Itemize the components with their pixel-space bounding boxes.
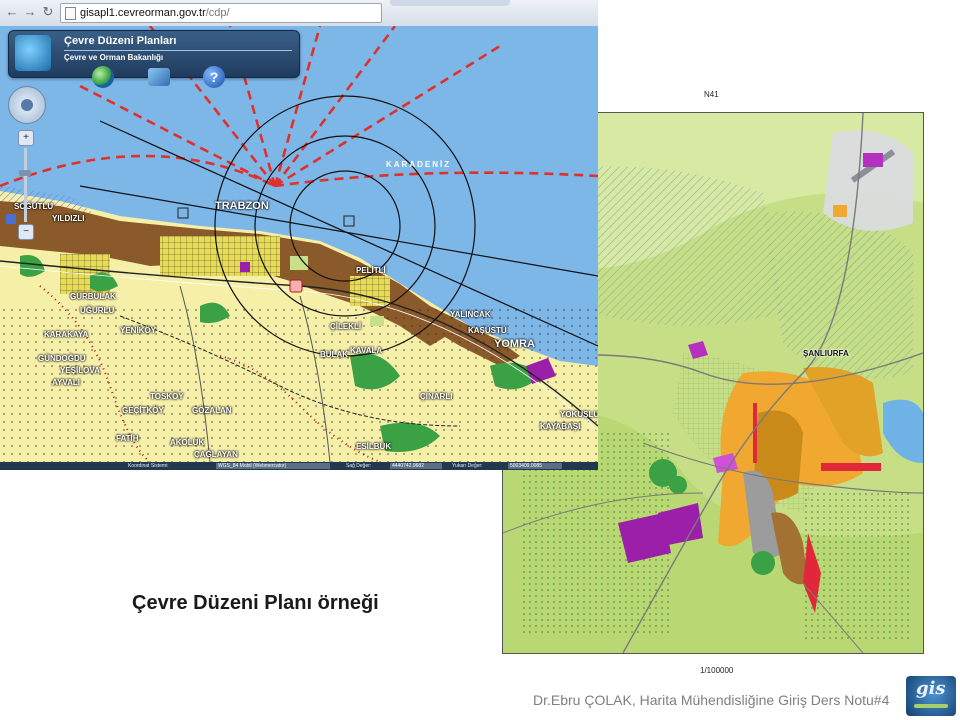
- gis-logo-swoosh: [914, 704, 948, 708]
- place-label: YEŞİLOVA: [60, 366, 100, 375]
- place-label: YOKUŞLU: [560, 410, 598, 419]
- url-host: gisapl1.cevreorman.gov.tr: [80, 7, 206, 19]
- map-viewer[interactable]: KARADENİZ TRABZON SOĞUTLU YILDIZLI GÜRBU…: [0, 26, 598, 462]
- place-label: BULAK: [320, 350, 348, 359]
- slide-caption: Çevre Düzeni Planı örneği: [132, 592, 379, 614]
- browser-window: ← → ↻ gisapl1.cevreorman.gov.tr/cdp/ KAR…: [0, 0, 598, 470]
- url-path: /cdp/: [205, 7, 230, 19]
- app-title: Çevre Düzeni Planları: [64, 35, 177, 47]
- ministry-logo-icon: [15, 35, 51, 71]
- reload-icon[interactable]: ↻: [40, 4, 56, 20]
- place-label: ÇİLEKLİ: [330, 322, 362, 331]
- zoom-out-button[interactable]: −: [18, 224, 34, 240]
- place-label: ESİLBÜK: [356, 442, 392, 451]
- back-icon[interactable]: ←: [4, 4, 20, 20]
- coordinate-system-select[interactable]: WGS_84 Mobil (Webmercator): [216, 463, 330, 469]
- page-icon: [65, 7, 76, 20]
- pan-control[interactable]: [8, 86, 46, 124]
- city-label: TRABZON: [215, 200, 269, 212]
- help-icon[interactable]: ?: [203, 66, 225, 88]
- app-subtitle: Çevre ve Orman Bakanlığı: [64, 53, 164, 62]
- place-label: AKOLUK: [170, 438, 205, 447]
- place-label: YENİKÖY: [120, 326, 157, 335]
- place-label: ÇINARLI: [420, 392, 453, 401]
- browser-toolbar: ← → ↻ gisapl1.cevreorman.gov.tr/cdp/: [0, 0, 598, 27]
- place-label: KAYABAŞI: [540, 422, 581, 431]
- gis-logo: gis: [906, 676, 956, 716]
- map-scale-label: 1/100000: [700, 666, 734, 675]
- forward-icon[interactable]: →: [22, 4, 38, 20]
- place-label: TOSKÖY: [150, 392, 184, 401]
- pan-center-icon[interactable]: [21, 99, 33, 111]
- layers-icon[interactable]: [148, 68, 170, 86]
- place-label: YILDIZLI: [52, 214, 85, 223]
- zoom-handle[interactable]: [19, 170, 31, 176]
- top-value-label: Yukarı Değer:: [452, 463, 483, 469]
- zoom-in-button[interactable]: +: [18, 130, 34, 146]
- place-label: GÖZALAN: [192, 406, 232, 415]
- place-label: AYVALI: [52, 378, 81, 387]
- place-label: KARAKAYA: [44, 330, 89, 339]
- place-label: KAŞÜSTÜ: [468, 326, 507, 335]
- coordinate-status-bar: Koordinat Sistemi: WGS_84 Mobil (Webmerc…: [0, 462, 598, 470]
- right-value-label: Sağ Değer:: [346, 463, 372, 469]
- place-label: GÜRBULAK: [70, 292, 116, 301]
- zoom-track[interactable]: [24, 148, 27, 222]
- map-sheet-number: N41: [704, 90, 719, 99]
- address-bar[interactable]: gisapl1.cevreorman.gov.tr/cdp/: [60, 3, 382, 23]
- place-label: GEÇİTKÖY: [122, 406, 164, 415]
- map2-city-label: ŞANLIURFA: [803, 349, 849, 358]
- top-value-field: 5003409.0085: [508, 463, 562, 469]
- gis-logo-text: gis: [916, 678, 946, 699]
- right-value-field: 4440742.9682: [390, 463, 442, 469]
- trabzon-map-graphic: [0, 26, 598, 462]
- sea-label: KARADENİZ: [386, 160, 452, 169]
- coordinate-system-label: Koordinat Sistemi:: [128, 463, 169, 469]
- place-label: PELİTLİ: [356, 266, 386, 275]
- zoom-slider[interactable]: + −: [18, 130, 34, 240]
- place-label: ÇAĞLAYAN: [194, 450, 238, 459]
- slide-footer: Dr.Ebru ÇOLAK, Harita Mühendisliğine Gir…: [533, 692, 890, 708]
- place-label: GÜNDOĞDU: [38, 354, 86, 363]
- place-label: UĞURLU: [80, 306, 115, 315]
- place-label: FATİH: [116, 434, 139, 443]
- place-label: YOMRA: [494, 338, 535, 350]
- browser-tab[interactable]: [390, 0, 510, 6]
- header-divider: [64, 50, 292, 51]
- globe-icon[interactable]: [92, 66, 114, 88]
- place-label: KAVALA: [350, 346, 383, 355]
- place-label: YALINCAK: [450, 310, 491, 319]
